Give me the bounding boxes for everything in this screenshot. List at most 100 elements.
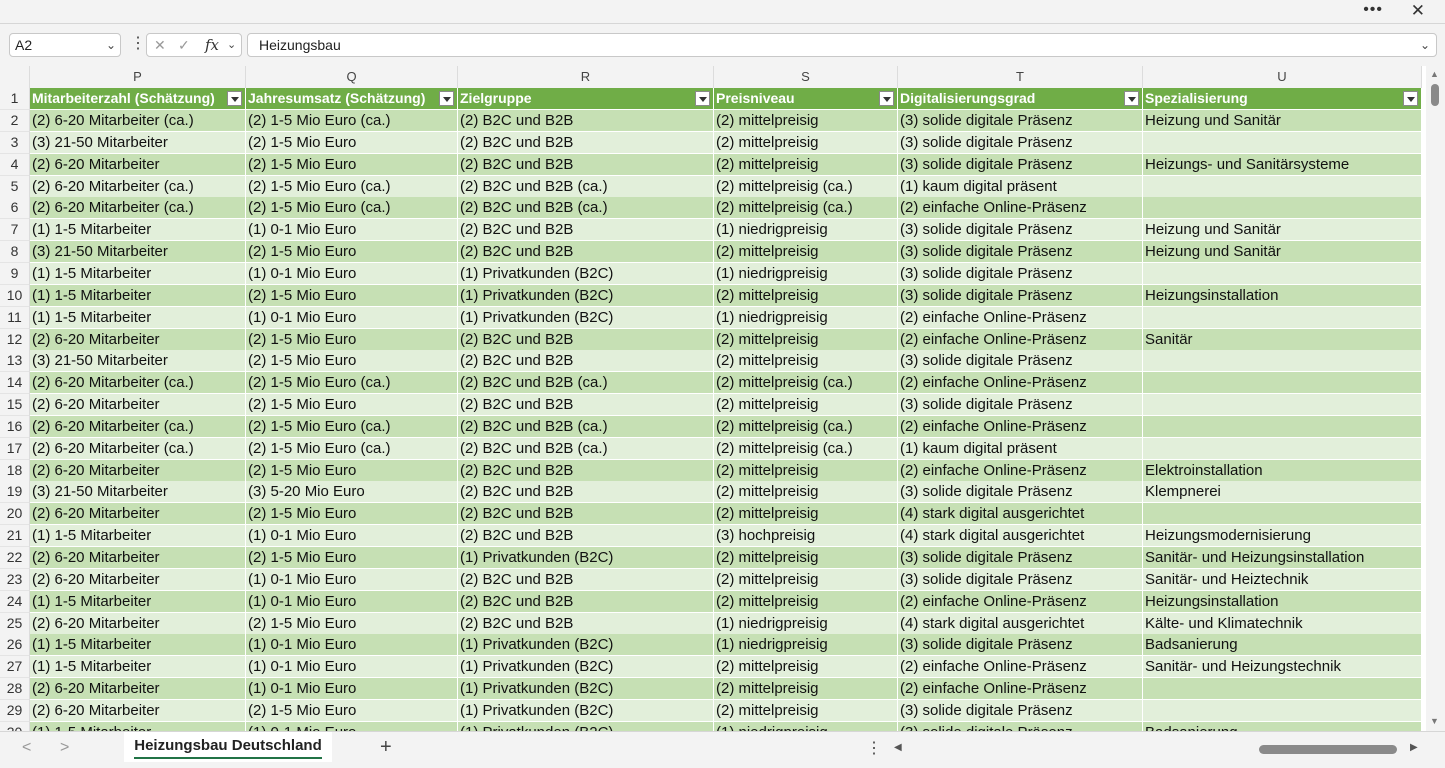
- table-cell[interactable]: (2) einfache Online-Präsenz: [898, 678, 1143, 701]
- table-cell[interactable]: (2) 6-20 Mitarbeiter: [30, 547, 246, 569]
- table-cell[interactable]: (4) stark digital ausgerichtet: [898, 525, 1143, 548]
- row-number[interactable]: 10: [0, 284, 30, 307]
- table-cell[interactable]: Kälte- und Klimatechnik: [1143, 612, 1422, 635]
- table-cell[interactable]: (2) einfache Online-Präsenz: [898, 328, 1143, 351]
- table-cell[interactable]: (1) kaum digital präsent: [898, 437, 1143, 460]
- table-cell[interactable]: (3) solide digitale Präsenz: [898, 634, 1143, 657]
- table-cell[interactable]: Heizungsinstallation: [1143, 284, 1422, 307]
- table-cell[interactable]: (2) mittelpreisig: [714, 241, 898, 264]
- table-cell[interactable]: (4) stark digital ausgerichtet: [898, 612, 1143, 635]
- table-cell[interactable]: (1) Privatkunden (B2C): [458, 678, 714, 701]
- table-cell[interactable]: (2) mittelpreisig: [714, 656, 898, 679]
- table-cell[interactable]: (1) niedrigpreisig: [714, 219, 898, 242]
- row-number[interactable]: 13: [0, 350, 30, 373]
- table-cell[interactable]: (3) solide digitale Präsenz: [898, 219, 1143, 242]
- table-cell[interactable]: Heizungsmodernisierung: [1143, 525, 1422, 548]
- table-cell[interactable]: (2) 6-20 Mitarbeiter (ca.): [30, 175, 246, 198]
- table-cell[interactable]: (1) 1-5 Mitarbeiter: [30, 262, 246, 285]
- table-cell[interactable]: (3) solide digitale Präsenz: [898, 262, 1143, 285]
- table-cell[interactable]: (2) einfache Online-Präsenz: [898, 590, 1143, 613]
- row-number[interactable]: 12: [0, 328, 30, 351]
- horizontal-scroll-thumb[interactable]: [1259, 745, 1397, 754]
- table-cell[interactable]: (2) 1-5 Mio Euro: [246, 612, 458, 635]
- table-cell[interactable]: (2) 6-20 Mitarbeiter (ca.): [30, 415, 246, 438]
- table-cell[interactable]: (2) B2C und B2B: [458, 153, 714, 176]
- table-cell[interactable]: (1) niedrigpreisig: [714, 634, 898, 657]
- table-cell[interactable]: (2) 1-5 Mio Euro (ca.): [246, 197, 458, 220]
- table-cell[interactable]: (2) B2C und B2B: [458, 481, 714, 504]
- table-cell[interactable]: (2) mittelpreisig: [714, 110, 898, 132]
- table-cell[interactable]: (3) 21-50 Mitarbeiter: [30, 350, 246, 373]
- table-cell[interactable]: (2) B2C und B2B (ca.): [458, 372, 714, 395]
- table-cell[interactable]: (2) 1-5 Mio Euro: [246, 350, 458, 373]
- next-sheet-icon[interactable]: >: [60, 739, 69, 757]
- table-cell[interactable]: (1) Privatkunden (B2C): [458, 547, 714, 569]
- table-cell[interactable]: Heizung und Sanitär: [1143, 219, 1422, 242]
- table-cell[interactable]: [1143, 699, 1422, 722]
- table-cell[interactable]: (2) B2C und B2B: [458, 241, 714, 264]
- table-cell[interactable]: (2) 1-5 Mio Euro: [246, 241, 458, 264]
- table-cell[interactable]: (2) 6-20 Mitarbeiter: [30, 568, 246, 591]
- vertical-scrollbar[interactable]: ▲ ▼: [1426, 66, 1445, 736]
- table-cell[interactable]: (2) 1-5 Mio Euro: [246, 284, 458, 307]
- row-number[interactable]: 19: [0, 481, 30, 504]
- table-cell[interactable]: (2) mittelpreisig: [714, 350, 898, 373]
- table-cell[interactable]: (2) mittelpreisig: [714, 153, 898, 176]
- table-cell[interactable]: (2) 1-5 Mio Euro (ca.): [246, 110, 458, 132]
- formula-input[interactable]: Heizungsbau ⌄: [247, 33, 1437, 57]
- more-options-icon[interactable]: •••: [1363, 1, 1383, 19]
- table-cell[interactable]: (2) mittelpreisig (ca.): [714, 437, 898, 460]
- table-cell[interactable]: (3) 5-20 Mio Euro: [246, 481, 458, 504]
- table-cell[interactable]: (1) 0-1 Mio Euro: [246, 306, 458, 329]
- table-cell[interactable]: (2) mittelpreisig: [714, 503, 898, 526]
- table-cell[interactable]: [1143, 394, 1422, 417]
- row-number[interactable]: 1: [0, 88, 30, 110]
- table-cell[interactable]: (2) 1-5 Mio Euro: [246, 394, 458, 417]
- cancel-icon[interactable]: ✕: [154, 34, 166, 56]
- table-cell[interactable]: [1143, 131, 1422, 154]
- row-number[interactable]: 15: [0, 394, 30, 417]
- row-number[interactable]: 17: [0, 437, 30, 460]
- table-cell[interactable]: (2) 1-5 Mio Euro: [246, 131, 458, 154]
- table-cell[interactable]: (2) mittelpreisig: [714, 284, 898, 307]
- table-cell[interactable]: (2) 1-5 Mio Euro: [246, 459, 458, 482]
- table-cell[interactable]: (1) 0-1 Mio Euro: [246, 634, 458, 657]
- column-header-5[interactable]: U: [1143, 66, 1422, 88]
- table-cell[interactable]: (2) 6-20 Mitarbeiter (ca.): [30, 197, 246, 220]
- table-cell[interactable]: (2) B2C und B2B: [458, 219, 714, 242]
- table-cell[interactable]: (4) stark digital ausgerichtet: [898, 503, 1143, 526]
- table-cell[interactable]: (2) B2C und B2B: [458, 394, 714, 417]
- column-header-0[interactable]: P: [30, 66, 246, 88]
- table-cell[interactable]: (2) 1-5 Mio Euro: [246, 547, 458, 569]
- table-cell[interactable]: (2) B2C und B2B (ca.): [458, 175, 714, 198]
- column-header-3[interactable]: S: [714, 66, 898, 88]
- table-cell[interactable]: (2) 1-5 Mio Euro (ca.): [246, 437, 458, 460]
- table-cell[interactable]: Heizung und Sanitär: [1143, 110, 1422, 132]
- row-number[interactable]: 26: [0, 634, 30, 657]
- row-number[interactable]: 24: [0, 590, 30, 613]
- table-cell[interactable]: [1143, 306, 1422, 329]
- table-cell[interactable]: (2) einfache Online-Präsenz: [898, 306, 1143, 329]
- insert-function-icon[interactable]: fx: [205, 34, 219, 56]
- table-header-cell[interactable]: Mitarbeiterzahl (Schätzung): [30, 88, 246, 110]
- table-cell[interactable]: (1) Privatkunden (B2C): [458, 262, 714, 285]
- table-cell[interactable]: (1) 0-1 Mio Euro: [246, 590, 458, 613]
- table-cell[interactable]: (2) 1-5 Mio Euro: [246, 699, 458, 722]
- chevron-down-icon[interactable]: ⌄: [106, 34, 116, 56]
- table-cell[interactable]: (1) Privatkunden (B2C): [458, 306, 714, 329]
- table-cell[interactable]: [1143, 503, 1422, 526]
- table-cell[interactable]: (2) mittelpreisig: [714, 590, 898, 613]
- table-cell[interactable]: (3) solide digitale Präsenz: [898, 110, 1143, 132]
- expand-formula-icon[interactable]: ⌄: [1420, 34, 1430, 56]
- sheet-tab-heizungsbau[interactable]: Heizungsbau Deutschland: [124, 732, 332, 762]
- table-cell[interactable]: (2) 6-20 Mitarbeiter: [30, 459, 246, 482]
- filter-dropdown-icon[interactable]: [1403, 91, 1418, 106]
- table-cell[interactable]: (1) Privatkunden (B2C): [458, 284, 714, 307]
- table-cell[interactable]: (2) B2C und B2B (ca.): [458, 415, 714, 438]
- scroll-up-icon[interactable]: ▲: [1430, 69, 1439, 79]
- table-cell[interactable]: [1143, 437, 1422, 460]
- row-number[interactable]: 5: [0, 175, 30, 198]
- row-number[interactable]: 27: [0, 656, 30, 679]
- row-number[interactable]: 2: [0, 110, 30, 132]
- table-cell[interactable]: (1) 0-1 Mio Euro: [246, 525, 458, 548]
